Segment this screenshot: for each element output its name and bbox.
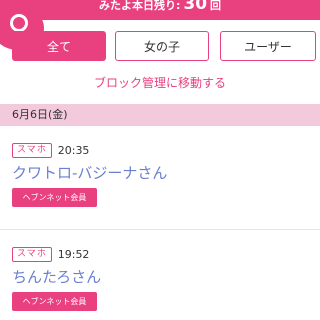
member-badge: ヘブンネット会員	[12, 188, 97, 207]
entry-meta: スマホ 20:35	[12, 142, 89, 158]
tab-all[interactable]: 全て	[12, 31, 106, 61]
device-tag: スマホ	[12, 246, 52, 262]
block-management-link[interactable]: ブロック管理に移動する	[0, 74, 320, 91]
remaining-views-bar: みたよ本日残り: 30 回	[0, 0, 320, 20]
remaining-count: 30	[183, 0, 208, 14]
user-name-link[interactable]: ちんたろさん	[12, 266, 101, 287]
tab-users[interactable]: ユーザー	[220, 31, 316, 61]
list-item[interactable]: スマホ 19:52 ちんたろさん ヘブンネット会員	[0, 230, 320, 320]
entry-meta: スマホ 19:52	[12, 246, 89, 262]
device-tag: スマホ	[12, 142, 52, 158]
filter-tabs: 全て 女の子 ユーザー	[12, 31, 316, 61]
logo-mark-icon	[10, 14, 28, 32]
member-badge: ヘブンネット会員	[12, 292, 97, 311]
remaining-suffix: 回	[210, 0, 222, 12]
user-name-link[interactable]: クワトロ-バジーナさん	[12, 162, 167, 183]
list-item[interactable]: スマホ 20:35 クワトロ-バジーナさん ヘブンネット会員	[0, 126, 320, 230]
visit-time: 20:35	[57, 143, 90, 157]
remaining-prefix: みたよ本日残り:	[98, 0, 181, 12]
visit-time: 19:52	[57, 247, 90, 261]
tab-girls[interactable]: 女の子	[115, 31, 209, 61]
date-header: 6月6日(金)	[0, 104, 320, 126]
remaining-views-text: みたよ本日残り: 30 回	[0, 0, 320, 14]
